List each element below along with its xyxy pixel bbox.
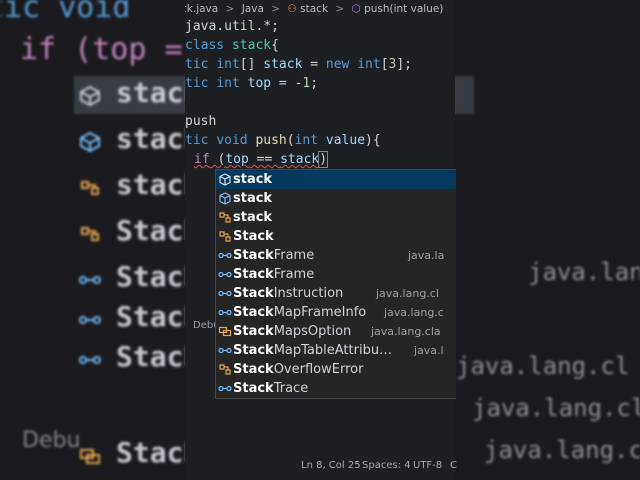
link-icon: [218, 347, 232, 354]
status-extra[interactable]: C: [450, 452, 457, 480]
link-icon: [218, 385, 232, 392]
enum-icon: [218, 326, 232, 337]
suggestion-item[interactable]: StackInstruction java.lang.cl: [216, 284, 456, 303]
bg-package: java.lang.cl: [484, 436, 640, 464]
link-icon: [218, 290, 232, 297]
code-line[interactable]: tic void push(int value){: [185, 131, 381, 150]
link-icon: [79, 276, 101, 284]
bg-debug-label: Debu: [22, 428, 81, 453]
suggestion-package: java.lang.cla: [371, 325, 441, 338]
bg-package: java.lang.cl: [456, 352, 630, 380]
suggestion-item[interactable]: StackMapTableAttribu… java.l: [216, 341, 456, 360]
cube-icon: [219, 192, 231, 205]
bg-top-text: tic void: [0, 0, 131, 25]
breadcrumb: ck.java > Java > ⚇ stack > ⬡ push(int va…: [185, 0, 455, 18]
suggestion-item[interactable]: StackMapsOption java.lang.cla: [216, 322, 456, 341]
cube-icon: [80, 131, 100, 153]
breadcrumb-file[interactable]: ck.java: [185, 0, 218, 18]
cursor-position[interactable]: Ln 8, Col 25: [301, 452, 361, 480]
breadcrumb-method[interactable]: push(int value): [364, 0, 443, 18]
suggestion-item[interactable]: stack: [216, 189, 456, 208]
suggestion-item[interactable]: StackFrame: [216, 265, 456, 284]
suggestion-item[interactable]: StackMapFrameInfo java.lang.c: [216, 303, 456, 322]
suggestion-package: java.lang.c: [384, 306, 444, 319]
link-icon: [218, 271, 232, 278]
breadcrumb-lang[interactable]: Java: [242, 0, 264, 18]
suggestion-item[interactable]: StackOverflowError: [216, 360, 456, 379]
suggestion-item[interactable]: stack: [216, 208, 456, 227]
suggestion-item[interactable]: stack: [216, 170, 456, 189]
breadcrumb-separator: >: [271, 3, 281, 15]
breadcrumb-separator: >: [335, 3, 345, 15]
suggestion-item[interactable]: StackTrace: [216, 379, 456, 398]
field-icon: [219, 364, 231, 375]
status-bar: Ln 8, Col 25 Spaces: 4 UTF-8 C: [185, 452, 457, 480]
suggestion-package: java.l: [414, 344, 444, 357]
method-icon: ⬡: [351, 3, 361, 15]
link-icon: [218, 309, 232, 316]
field-icon: [219, 231, 231, 242]
class-icon: ⚇: [287, 3, 297, 15]
link-icon: [218, 252, 232, 259]
field-icon: [219, 212, 231, 223]
suggestion-item[interactable]: Stack: [216, 227, 456, 246]
code-line-current[interactable]: if (top == stack): [194, 150, 329, 169]
field-icon: [81, 181, 99, 195]
cube-icon: [80, 85, 100, 107]
cube-icon: [219, 173, 231, 186]
breadcrumb-class[interactable]: stack: [300, 0, 328, 18]
suggestion-list[interactable]: stack stack stack Stack StackFrame java.…: [215, 169, 456, 399]
bg-package: java.lang.cl: [472, 394, 640, 422]
link-icon: [79, 316, 101, 324]
code-line[interactable]: class stack{: [185, 36, 279, 55]
suggestion-package: java.lang.cl: [376, 287, 439, 300]
bg-package: java.lan: [528, 258, 640, 286]
code-line[interactable]: java.util.*;: [185, 17, 279, 36]
encoding[interactable]: UTF-8: [413, 452, 442, 480]
code-line[interactable]: push: [185, 112, 216, 131]
indent-setting[interactable]: Spaces: 4: [362, 452, 411, 480]
field-icon: [81, 227, 99, 241]
code-line[interactable]: tic int[] stack = new int[3];: [185, 55, 412, 74]
suggestion-item[interactable]: StackFrame java.la: [216, 246, 456, 265]
code-line[interactable]: tic int top = -1;: [185, 74, 318, 93]
breadcrumb-separator: >: [225, 3, 235, 15]
link-icon: [79, 356, 101, 364]
suggestion-package: java.la: [408, 249, 445, 262]
enum-icon: [80, 449, 100, 464]
bg-if-line: if (top =: [20, 32, 183, 67]
